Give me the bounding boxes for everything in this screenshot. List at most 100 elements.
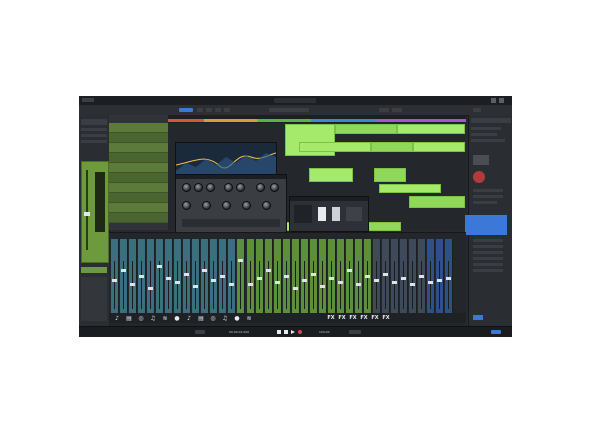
mixer-channel-strip[interactable]	[355, 239, 363, 317]
browser-item[interactable]	[473, 245, 503, 248]
browser-item[interactable]	[471, 139, 505, 142]
mic-icon[interactable]: ●	[173, 314, 181, 322]
synth-icon[interactable]: ≋	[161, 314, 169, 322]
synth-icon[interactable]: ≋	[245, 314, 253, 322]
mixer-channel-strip[interactable]	[310, 239, 318, 317]
fader-cap[interactable]	[284, 275, 289, 278]
mixer-channel-strip[interactable]	[219, 239, 227, 317]
fader-cap[interactable]	[257, 277, 262, 280]
mixer-channel-strip[interactable]	[256, 239, 264, 317]
snap-settings[interactable]	[269, 108, 309, 112]
drum-icon[interactable]: ◎	[137, 314, 145, 322]
mixer-channel-strip[interactable]	[201, 239, 209, 317]
fx-channel-label[interactable]: FX	[349, 314, 357, 322]
mixer-channel-strip[interactable]	[210, 239, 218, 317]
fader-cap[interactable]	[211, 279, 216, 282]
track-header[interactable]	[109, 183, 168, 193]
preset-panel[interactable]	[346, 207, 362, 221]
fader-cap[interactable]	[356, 283, 361, 286]
browser-tabs[interactable]	[471, 118, 511, 123]
mixer-channel-strip[interactable]	[129, 239, 137, 317]
browser-item[interactable]	[473, 201, 497, 204]
mixer-channel-strip[interactable]	[165, 239, 173, 317]
guitar-icon[interactable]: ♪	[113, 314, 121, 322]
release-knob[interactable]	[236, 183, 245, 192]
record-icon[interactable]	[298, 330, 302, 334]
output-knob[interactable]	[256, 183, 265, 192]
fader-cap[interactable]	[166, 277, 171, 280]
eq-plugin-window[interactable]	[175, 142, 277, 176]
fx-plugin-window[interactable]	[289, 196, 369, 232]
slider-control[interactable]	[318, 207, 326, 221]
inspector-toggle[interactable]	[473, 108, 481, 112]
browser-item[interactable]	[473, 195, 503, 198]
fader-cap[interactable]	[121, 269, 126, 272]
fx-channel-label[interactable]: FX	[371, 314, 379, 322]
mix-view-button[interactable]	[491, 330, 501, 334]
mixer-channel-strip[interactable]	[156, 239, 164, 317]
minimize-icon[interactable]	[491, 98, 496, 103]
mixer-channel-strip[interactable]	[147, 239, 155, 317]
mixer-channel-strip[interactable]	[346, 239, 354, 317]
fx-channel-label[interactable]: FX	[338, 314, 346, 322]
fader-cap[interactable]	[329, 277, 334, 280]
browser-item[interactable]	[471, 133, 497, 136]
mixer-channel-strip[interactable]	[292, 239, 300, 317]
fader-cap[interactable]	[428, 281, 433, 284]
fader-cap[interactable]	[139, 275, 144, 278]
fader-cap[interactable]	[374, 279, 379, 282]
threshold-knob[interactable]	[194, 183, 203, 192]
fader-cap[interactable]	[410, 283, 415, 286]
mixer-channel-strip[interactable]	[409, 239, 417, 317]
browser-item[interactable]	[471, 127, 501, 130]
bass-icon[interactable]: ♫	[221, 314, 229, 322]
inspector-fader[interactable]	[84, 212, 90, 216]
mic-icon[interactable]: ●	[233, 314, 241, 322]
browser-item[interactable]	[473, 269, 503, 272]
mixer-channel-strip[interactable]	[337, 239, 345, 317]
track-header[interactable]	[109, 173, 168, 183]
fader-cap[interactable]	[365, 275, 370, 278]
rewind-icon[interactable]	[277, 330, 281, 334]
fader-cap[interactable]	[112, 279, 117, 282]
fader-cap[interactable]	[266, 269, 271, 272]
track-header[interactable]	[109, 153, 168, 163]
mix-knob[interactable]	[270, 183, 279, 192]
event-clip[interactable]	[379, 184, 441, 193]
fader-cap[interactable]	[293, 287, 298, 290]
browser-item[interactable]	[473, 239, 503, 242]
fader-cap[interactable]	[383, 273, 388, 276]
mixer-channel-strip[interactable]	[138, 239, 146, 317]
guitar-icon[interactable]: ♪	[185, 314, 193, 322]
edit-tool-button[interactable]	[179, 108, 193, 112]
browser-action-button[interactable]	[473, 315, 483, 320]
split-tool-button[interactable]	[215, 108, 221, 112]
fader-cap[interactable]	[248, 283, 253, 286]
menu-icon[interactable]	[82, 98, 94, 102]
fader-cap[interactable]	[157, 265, 162, 268]
mixer-channel-strip[interactable]	[247, 239, 255, 317]
fader-cap[interactable]	[175, 281, 180, 284]
mixer-channel-strip[interactable]	[445, 239, 453, 317]
mixer-channel-strip[interactable]	[364, 239, 372, 317]
track-header[interactable]	[109, 123, 168, 133]
event-clip[interactable]	[413, 142, 465, 152]
mixer-channel-strip[interactable]	[391, 239, 399, 317]
browser-item[interactable]	[473, 263, 503, 266]
fader-cap[interactable]	[437, 279, 442, 282]
piano-icon[interactable]: ▤	[125, 314, 133, 322]
mixer-channel-strip[interactable]	[228, 239, 236, 317]
track-header[interactable]	[109, 213, 168, 223]
metronome-button[interactable]	[349, 330, 361, 334]
browser-item[interactable]	[473, 189, 503, 192]
fader-cap[interactable]	[148, 287, 153, 290]
fader-cap[interactable]	[275, 281, 280, 284]
mixer-channel-strip[interactable]	[418, 239, 426, 317]
track-header[interactable]	[109, 163, 168, 173]
mixer-channel-strip[interactable]	[237, 239, 245, 317]
mixer-channel-strip[interactable]	[274, 239, 282, 317]
song-tab[interactable]	[379, 108, 389, 112]
range-tool-button[interactable]	[206, 108, 212, 112]
width-knob[interactable]	[262, 201, 271, 210]
mixer-channel-strip[interactable]	[174, 239, 182, 317]
